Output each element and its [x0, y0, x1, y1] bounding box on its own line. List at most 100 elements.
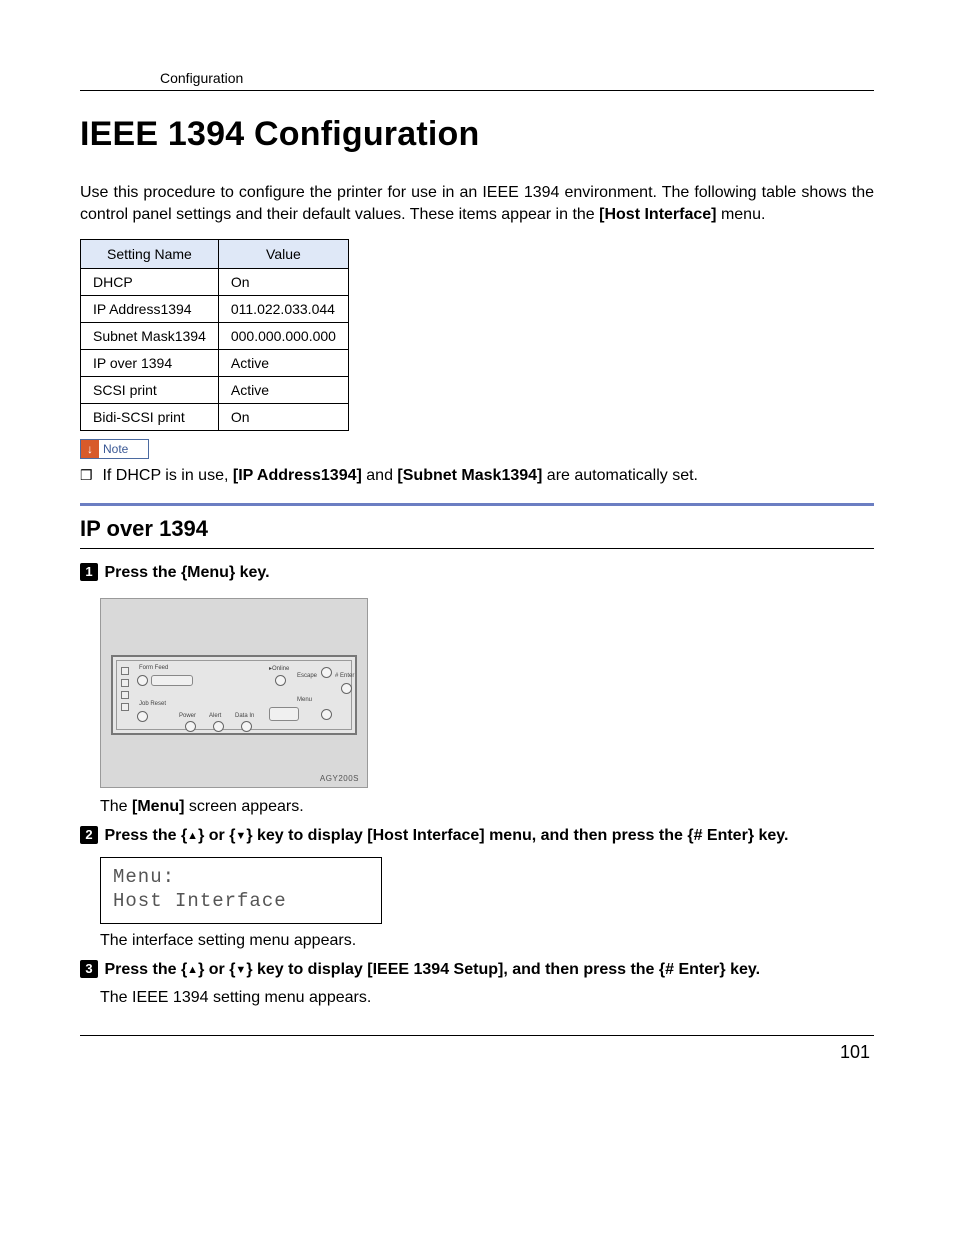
button-dot — [137, 711, 148, 722]
text: or — [204, 961, 229, 978]
step-3-head: 3 Press the {▲} or {▼} key to display [I… — [80, 960, 874, 981]
label-menu: Menu — [297, 697, 312, 703]
menu-button — [269, 707, 299, 721]
cell-name: IP over 1394 — [81, 350, 219, 377]
label-enter: # Enter — [335, 673, 354, 679]
label-job-reset: Job Reset — [139, 701, 166, 707]
led-dot — [185, 721, 196, 732]
note-pre: If DHCP is in use, — [102, 467, 232, 484]
label-escape: Escape — [297, 673, 317, 679]
text: key to display — [253, 961, 368, 978]
cell-name: DHCP — [81, 269, 219, 296]
note-mid: and — [362, 467, 398, 484]
step-3: 3 Press the {▲} or {▼} key to display [I… — [80, 960, 874, 1007]
text: screen appears. — [184, 798, 303, 815]
text: key to display — [253, 827, 368, 844]
menu-ref: [Menu] — [132, 798, 184, 815]
intro-text-end: menu. — [717, 206, 766, 223]
cell-value: On — [218, 404, 348, 431]
text: Press the — [104, 827, 180, 844]
note-post: are automatically set. — [542, 467, 698, 484]
illustration-caption: AGY200S — [320, 774, 359, 783]
cell-name: Bidi-SCSI print — [81, 404, 219, 431]
lcd-line2: Host Interface — [113, 890, 369, 914]
step-1-head: 1 Press the {Menu} key. — [80, 563, 874, 584]
key-enter: # Enter — [665, 961, 719, 978]
control-panel-illustration: Form Feed Job Reset Power Alert Data In … — [100, 598, 368, 788]
footer-rule — [80, 1035, 874, 1036]
intro-menu-ref: [Host Interface] — [599, 206, 716, 223]
cell-value: 011.022.033.044 — [218, 296, 348, 323]
th-setting-name: Setting Name — [81, 240, 219, 269]
menu-ref: [Host Interface] — [367, 827, 484, 844]
menu-ref: [IEEE 1394 Setup] — [367, 961, 503, 978]
note-bold1: [IP Address1394] — [233, 467, 362, 484]
table-row: Subnet Mask1394000.000.000.000 — [81, 323, 349, 350]
key-enter: # Enter — [694, 827, 748, 844]
label-data-in: Data In — [235, 713, 254, 719]
lcd-line1: Menu: — [113, 866, 369, 890]
step-number-icon: 2 — [80, 826, 98, 844]
cell-name: IP Address1394 — [81, 296, 219, 323]
step-number-icon: 3 — [80, 960, 98, 978]
button-dot — [275, 675, 286, 686]
cell-name: SCSI print — [81, 377, 219, 404]
text: , and then press the — [503, 961, 659, 978]
cell-name: Subnet Mask1394 — [81, 323, 219, 350]
button-dot — [341, 683, 352, 694]
step-1: 1 Press the {Menu} key. Form Feed Job Re… — [80, 563, 874, 816]
indicator-square — [121, 691, 129, 699]
cell-value: On — [218, 269, 348, 296]
intro-paragraph: Use this procedure to configure the prin… — [80, 182, 874, 225]
step-3-result: The IEEE 1394 setting menu appears. — [100, 989, 874, 1007]
text: The — [100, 798, 132, 815]
indicator-square — [121, 679, 129, 687]
settings-table: Setting Name Value DHCPOn IP Address1394… — [80, 239, 349, 431]
table-row: IP over 1394Active — [81, 350, 349, 377]
down-arrow-icon: ↓ — [81, 440, 99, 458]
label-power: Power — [179, 713, 196, 719]
up-triangle-icon: ▲ — [187, 829, 198, 843]
lcd-display: Menu: Host Interface — [100, 857, 382, 925]
down-triangle-icon: ▼ — [235, 963, 246, 977]
text: menu, and then press the — [485, 827, 688, 844]
header-rule — [80, 90, 874, 91]
running-header: Configuration — [160, 70, 874, 86]
key-menu: Menu — [187, 564, 229, 581]
indicator-square — [121, 667, 129, 675]
text: key. — [726, 961, 760, 978]
section-rule-thin — [80, 548, 874, 549]
table-row: Bidi-SCSI printOn — [81, 404, 349, 431]
note-text: ❒ If DHCP is in use, [IP Address1394] an… — [80, 467, 874, 485]
button-dot — [137, 675, 148, 686]
step-1-result: The [Menu] screen appears. — [100, 798, 874, 816]
panel-frame: Form Feed Job Reset Power Alert Data In … — [111, 655, 357, 735]
panel-frame-inner: Form Feed Job Reset Power Alert Data In … — [116, 660, 352, 730]
note-label: Note — [103, 442, 128, 456]
lcd-small — [151, 675, 193, 686]
up-button — [321, 667, 332, 678]
down-triangle-icon: ▼ — [235, 829, 246, 843]
note-bold2: [Subnet Mask1394] — [397, 467, 542, 484]
section-rule-top — [80, 503, 874, 506]
led-dot — [213, 721, 224, 732]
cell-value: Active — [218, 350, 348, 377]
up-triangle-icon: ▲ — [187, 963, 198, 977]
page-title: IEEE 1394 Configuration — [80, 115, 874, 154]
table-row: SCSI printActive — [81, 377, 349, 404]
step-text: Press the — [104, 564, 180, 581]
table-row: DHCPOn — [81, 269, 349, 296]
led-dot — [241, 721, 252, 732]
step-2-head: 2 Press the {▲} or {▼} key to display [H… — [80, 826, 874, 847]
page-number: 101 — [80, 1042, 874, 1063]
step-text: key. — [235, 564, 269, 581]
step-2-result: The interface setting menu appears. — [100, 932, 874, 950]
section-heading: IP over 1394 — [80, 516, 874, 542]
step-number-icon: 1 — [80, 563, 98, 581]
th-value: Value — [218, 240, 348, 269]
table-row: IP Address1394011.022.033.044 — [81, 296, 349, 323]
label-form-feed: Form Feed — [139, 665, 168, 671]
label-online: ▸Online — [269, 665, 289, 672]
text: Press the — [104, 961, 180, 978]
label-alert: Alert — [209, 713, 221, 719]
